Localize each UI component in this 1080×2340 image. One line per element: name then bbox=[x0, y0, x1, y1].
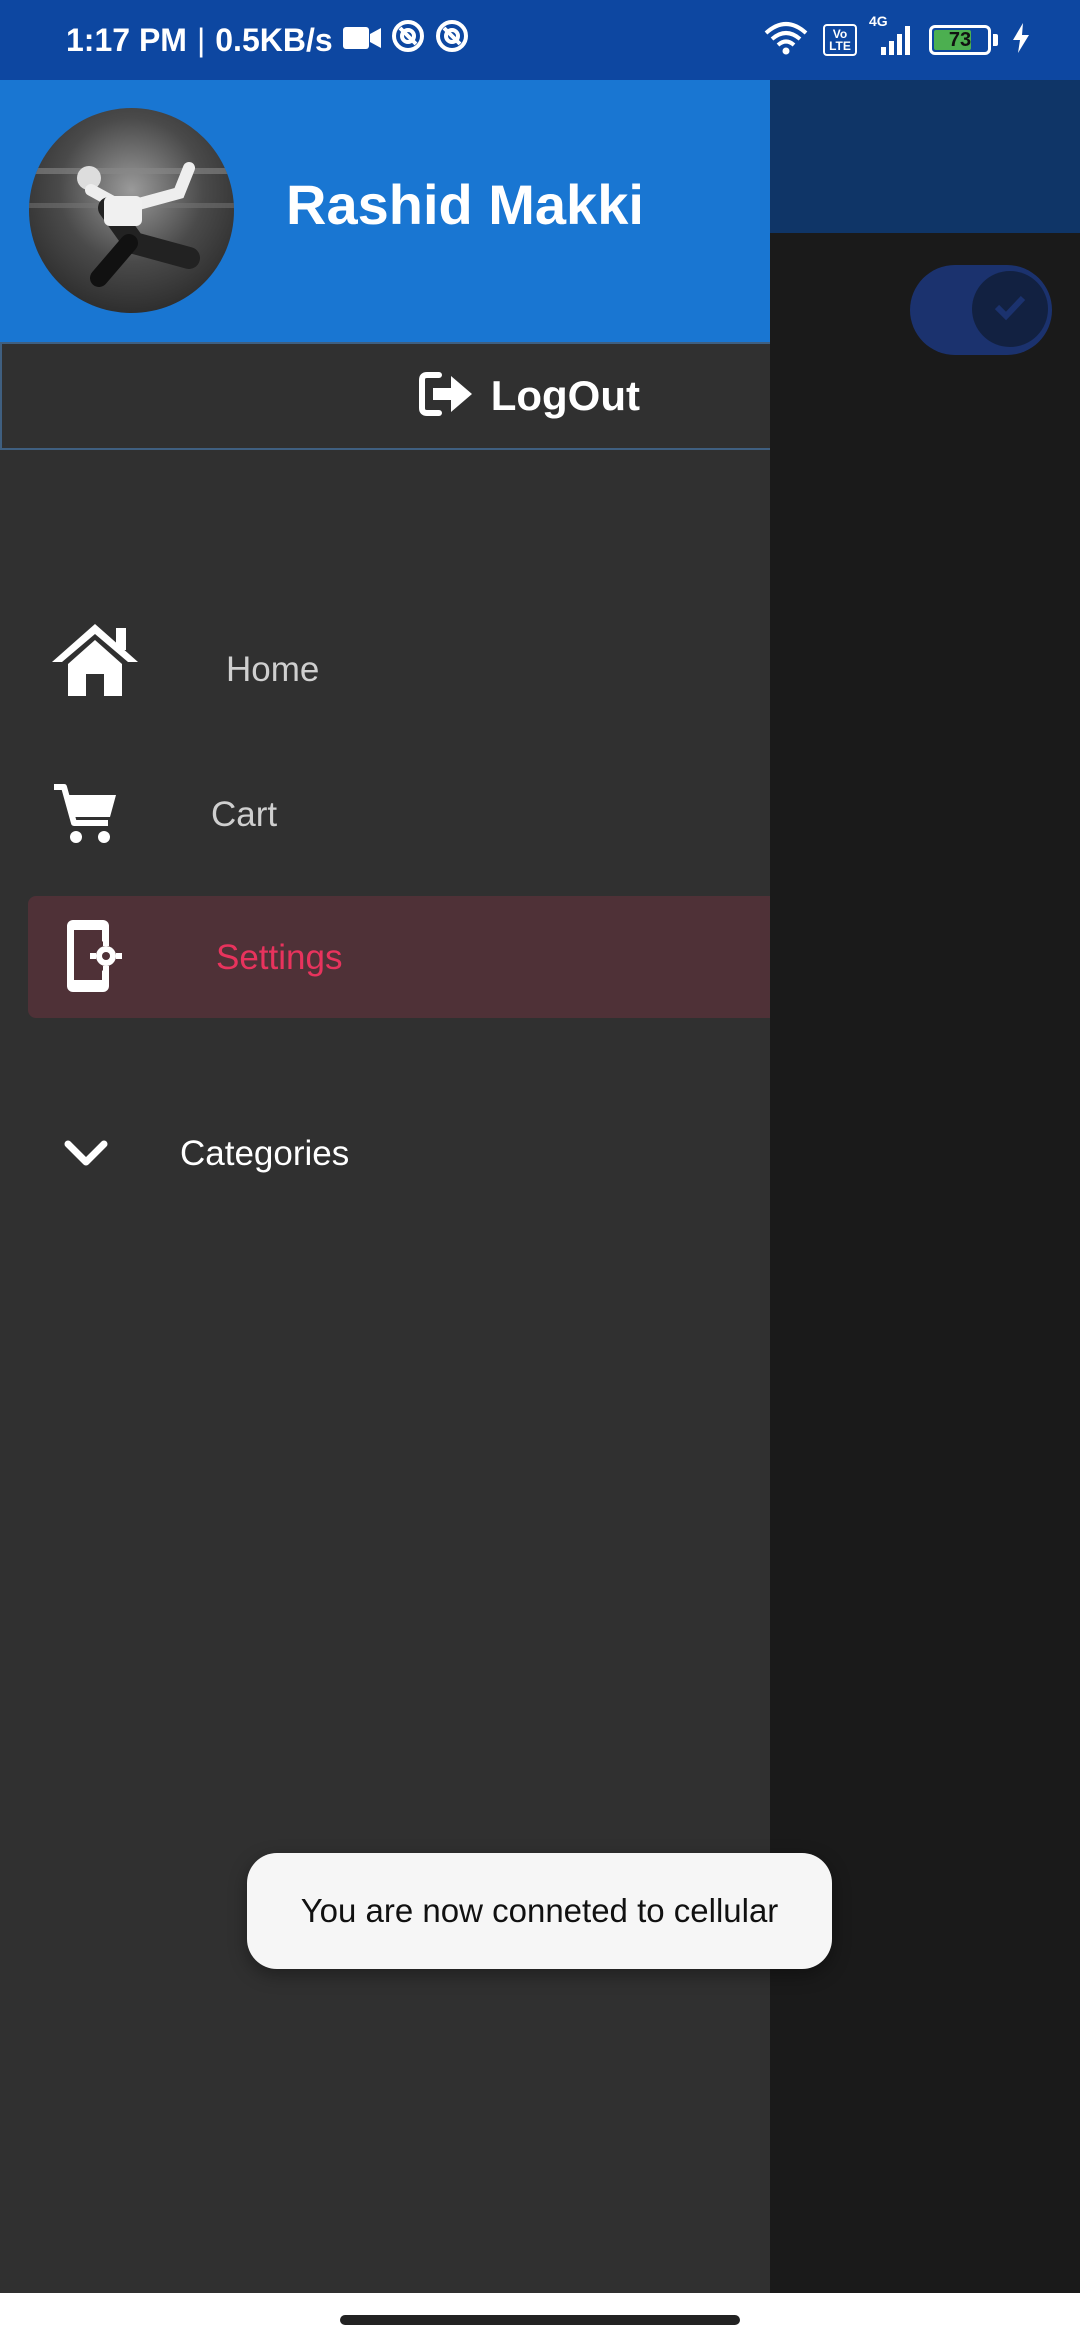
menu-label-cart: Cart bbox=[211, 795, 278, 834]
battery-tip bbox=[993, 34, 998, 46]
toast-message: You are now conneted to cellular bbox=[247, 1853, 832, 1969]
notification-app-icon bbox=[435, 19, 469, 61]
drawer-header: Rashid Makki bbox=[0, 80, 770, 342]
avatar[interactable] bbox=[29, 108, 234, 313]
charging-icon bbox=[1012, 22, 1030, 58]
user-name: Rashid Makki bbox=[286, 173, 644, 236]
logout-icon bbox=[418, 371, 475, 422]
wifi-icon bbox=[763, 21, 809, 60]
video-camera-icon bbox=[342, 22, 381, 59]
theme-toggle-switch[interactable] bbox=[910, 265, 1052, 355]
battery-icon: 73 bbox=[929, 25, 991, 55]
menu-label-categories: Categories bbox=[180, 1134, 350, 1173]
app-body-background bbox=[770, 233, 1080, 2293]
menu-item-cart[interactable]: Cart bbox=[0, 753, 770, 873]
home-icon bbox=[50, 622, 140, 698]
status-separator: | bbox=[196, 21, 206, 58]
status-time: 1:17 PM bbox=[66, 21, 187, 58]
status-bar: 1:17 PM | 0.5KB/s Vo LTE 4G 73 bbox=[0, 0, 1080, 80]
network-type: 4G bbox=[869, 13, 888, 29]
check-icon bbox=[993, 293, 1027, 326]
battery-level: 73 bbox=[948, 28, 972, 51]
toggle-knob bbox=[972, 271, 1048, 347]
chevron-down-icon bbox=[64, 1138, 108, 1168]
app-header-background bbox=[770, 80, 1080, 233]
logout-button[interactable]: LogOut bbox=[0, 342, 770, 450]
toast-text: You are now conneted to cellular bbox=[300, 1892, 779, 1929]
menu-item-home[interactable]: Home bbox=[0, 608, 770, 728]
menu-label-settings: Settings bbox=[216, 938, 343, 977]
avatar-photo bbox=[29, 162, 234, 287]
settings-phone-icon bbox=[64, 918, 124, 994]
home-gesture-handle[interactable] bbox=[340, 2315, 740, 2325]
navigation-bar bbox=[0, 2293, 1080, 2340]
cart-icon bbox=[52, 783, 118, 847]
volte-icon: Vo LTE bbox=[823, 24, 857, 56]
menu-item-categories[interactable]: Categories bbox=[0, 1116, 770, 1196]
menu-item-settings[interactable]: Settings bbox=[28, 896, 770, 1018]
menu-label-home: Home bbox=[226, 650, 320, 689]
signal-icon: 4G bbox=[869, 13, 915, 57]
notification-app-icon bbox=[391, 19, 425, 61]
logout-label: LogOut bbox=[490, 372, 640, 419]
status-speed: 0.5KB/s bbox=[215, 21, 333, 58]
